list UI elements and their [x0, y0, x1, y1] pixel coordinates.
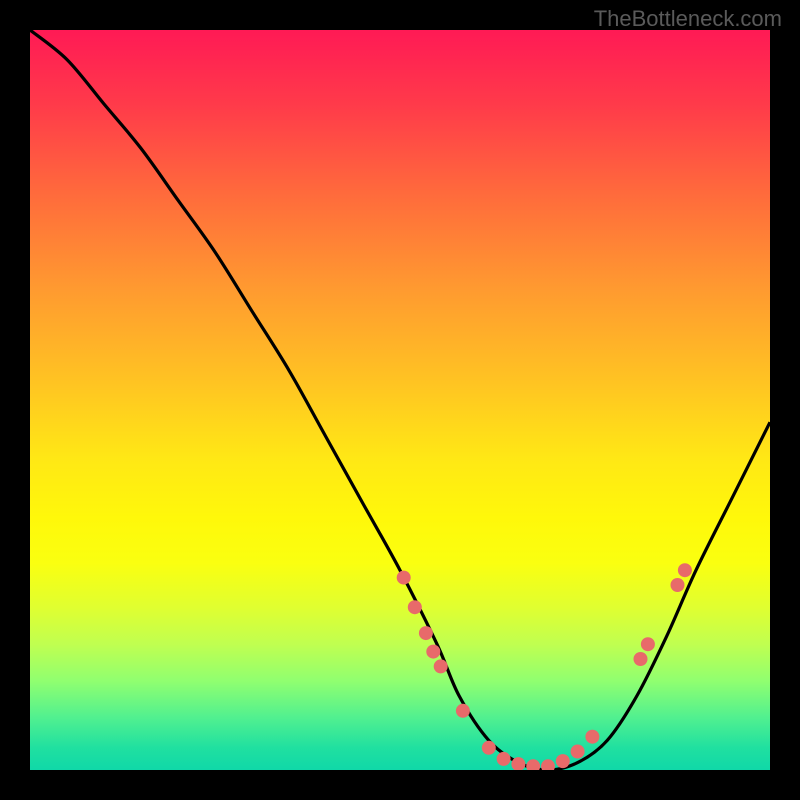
data-point — [419, 626, 433, 640]
data-point — [634, 652, 648, 666]
data-point — [541, 759, 555, 770]
data-point — [397, 571, 411, 585]
data-point — [556, 754, 570, 768]
data-point — [426, 645, 440, 659]
data-point — [408, 600, 422, 614]
data-point — [671, 578, 685, 592]
chart-svg — [30, 30, 770, 770]
bottleneck-curve — [30, 30, 770, 770]
data-points — [397, 563, 692, 770]
data-point — [678, 563, 692, 577]
data-point — [497, 752, 511, 766]
data-point — [434, 659, 448, 673]
data-point — [456, 704, 470, 718]
data-point — [526, 759, 540, 770]
data-point — [571, 745, 585, 759]
data-point — [641, 637, 655, 651]
watermark-text: TheBottleneck.com — [594, 6, 782, 32]
data-point — [482, 741, 496, 755]
chart-plot-area — [30, 30, 770, 770]
data-point — [585, 730, 599, 744]
